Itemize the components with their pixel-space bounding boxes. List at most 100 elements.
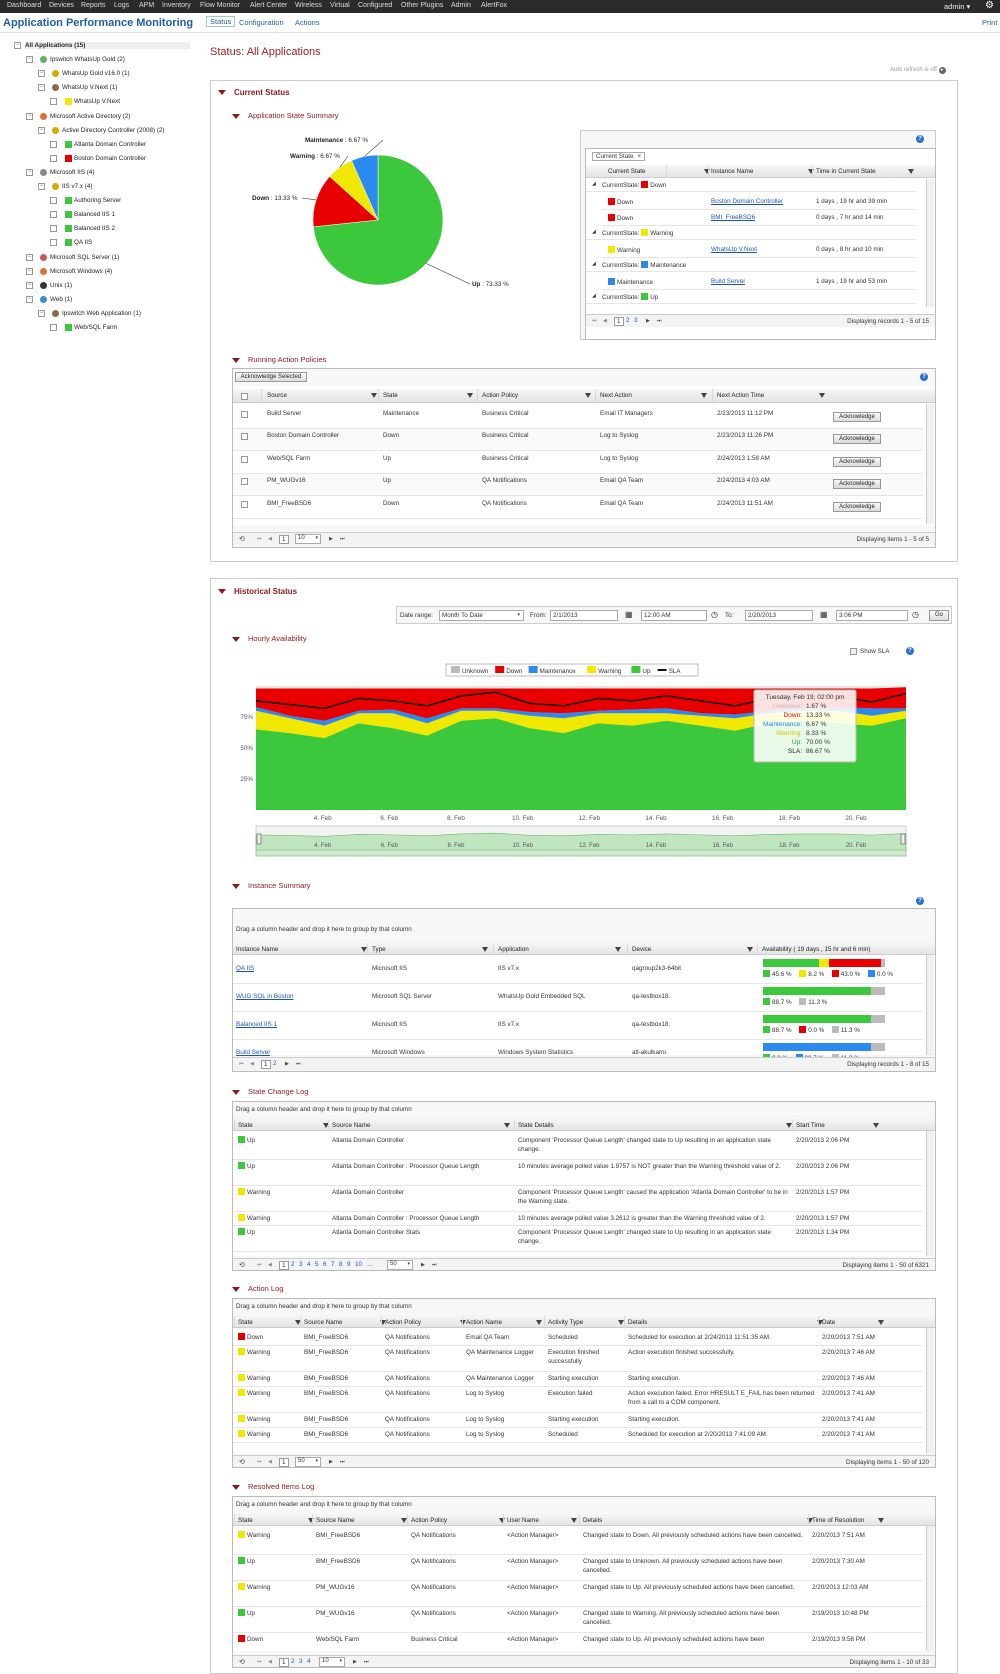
tab-actions[interactable]: Actions: [295, 18, 320, 27]
from-time-input[interactable]: 12:00 AM: [641, 610, 707, 621]
nav-virtual[interactable]: Virtual: [330, 2, 350, 9]
tree-expander[interactable]: −: [26, 56, 33, 64]
tree-expander[interactable]: −: [38, 126, 45, 134]
page-3[interactable]: 3: [299, 1261, 303, 1268]
print-link[interactable]: Print: [982, 18, 997, 27]
page-8[interactable]: 8: [339, 1261, 343, 1268]
filter-icon[interactable]: [536, 1320, 542, 1325]
tree-item[interactable]: QA IIS: [74, 239, 92, 246]
navigator-scrollbar[interactable]: [255, 849, 907, 857]
page-4[interactable]: 4: [307, 1261, 311, 1268]
column-header-current-state[interactable]: Current State: [608, 168, 645, 175]
collapse-icon[interactable]: [218, 589, 226, 595]
clock-icon[interactable]: ◷: [711, 610, 718, 619]
filter-icon[interactable]: [908, 169, 914, 174]
tree-item[interactable]: Atlanta Domain Controller: [74, 141, 146, 148]
clock-icon[interactable]: ◷: [912, 610, 919, 619]
navigator-handle-right[interactable]: [900, 833, 906, 845]
collapse-icon[interactable]: [232, 1484, 240, 1490]
vertical-scrollbar[interactable]: [926, 955, 934, 1055]
tree-expander[interactable]: −: [26, 281, 33, 289]
filter-icon[interactable]: [701, 393, 707, 398]
collapse-icon[interactable]: [232, 113, 240, 119]
prev-page-icon[interactable]: ◀: [268, 536, 272, 542]
tree-expander[interactable]: [50, 140, 57, 148]
tree-expander[interactable]: −: [26, 168, 33, 176]
calendar-icon[interactable]: ▦: [820, 610, 828, 619]
instance-name-link[interactable]: Boston Domain Controller: [711, 198, 783, 205]
tree-item[interactable]: Unix (1): [50, 282, 72, 289]
tree-item[interactable]: WhatsUp V.Next: [74, 98, 120, 105]
vertical-scrollbar[interactable]: [926, 1526, 934, 1651]
tree-item[interactable]: Web (1): [50, 296, 72, 303]
column-header-state[interactable]: State: [238, 1319, 253, 1326]
nav-apm[interactable]: APM: [139, 2, 154, 9]
help-icon[interactable]: ?: [906, 647, 914, 655]
tab-configuration[interactable]: Configuration: [239, 18, 284, 27]
next-page-icon[interactable]: ▶: [646, 318, 650, 324]
first-page-icon[interactable]: ⏮: [239, 1061, 244, 1067]
help-icon[interactable]: ?: [916, 897, 924, 905]
page-1[interactable]: 1: [261, 1060, 271, 1069]
last-page-icon[interactable]: ⏭: [657, 318, 662, 324]
refresh-icon[interactable]: ⟲: [239, 1658, 245, 1666]
last-page-icon[interactable]: ⏭: [432, 1262, 437, 1268]
nav-dashboard[interactable]: Dashboard: [7, 2, 41, 9]
tree-expander[interactable]: −: [38, 84, 45, 92]
column-header-source-name[interactable]: Source Name: [332, 1122, 371, 1129]
nav-alertfox[interactable]: AlertFox: [481, 2, 507, 9]
tree-expander[interactable]: [50, 239, 57, 247]
column-header-state[interactable]: State: [238, 1517, 253, 1524]
nav-admin[interactable]: Admin: [451, 2, 471, 9]
page-size-select[interactable]: 10 ▾: [295, 534, 321, 544]
page-size-select[interactable]: 50 ▾: [387, 1260, 413, 1270]
tab-status[interactable]: Status: [206, 16, 236, 27]
first-page-icon[interactable]: ⏮: [257, 1659, 262, 1665]
filter-icon[interactable]: [308, 1518, 314, 1523]
last-page-icon[interactable]: ⏭: [340, 536, 345, 542]
acknowledge-button[interactable]: Acknowledge: [833, 456, 881, 467]
page-5[interactable]: 5: [315, 1261, 319, 1268]
column-header-next-action[interactable]: Next Action: [600, 392, 632, 399]
tree-expander[interactable]: −: [26, 267, 33, 275]
date-range-select[interactable]: Month To Date ▾: [439, 610, 524, 621]
column-header-start-time[interactable]: Start Time: [796, 1122, 825, 1129]
page-size-select[interactable]: 10 ▾: [319, 1657, 345, 1667]
page-9[interactable]: 9: [347, 1261, 351, 1268]
page-1[interactable]: 1: [279, 535, 289, 544]
last-page-icon[interactable]: ⏭: [340, 1459, 345, 1465]
tree-item[interactable]: Microsoft Windows (4): [50, 268, 112, 275]
prev-page-icon[interactable]: ◀: [268, 1262, 272, 1268]
acknowledge-button[interactable]: Acknowledge: [833, 501, 881, 512]
prev-page-icon[interactable]: ◀: [250, 1061, 254, 1067]
column-header-activity-type[interactable]: Activity Type: [548, 1319, 583, 1326]
tree-item[interactable]: IIS v7.x (4): [62, 183, 92, 190]
tree-expander[interactable]: −: [38, 183, 45, 190]
next-page-icon[interactable]: ▶: [329, 1459, 333, 1465]
page-2[interactable]: 2: [291, 1261, 295, 1268]
tree-expander[interactable]: [50, 324, 57, 331]
hourly-availability-header[interactable]: Hourly Availability: [232, 634, 307, 643]
state-change-log-header[interactable]: State Change Log: [232, 1087, 308, 1096]
prev-page-icon[interactable]: ◀: [603, 318, 607, 324]
page-size-select[interactable]: 50 ▾: [295, 1457, 321, 1467]
row-checkbox[interactable]: [241, 411, 248, 418]
next-page-icon[interactable]: ▶: [421, 1262, 425, 1268]
page-10[interactable]: 10: [355, 1261, 362, 1268]
prev-page-icon[interactable]: ◀: [268, 1659, 272, 1665]
tree-item[interactable]: Active Directory Controller (2008) (2): [62, 127, 165, 134]
help-icon[interactable]: ?: [916, 135, 924, 143]
first-page-icon[interactable]: ⏮: [592, 318, 597, 324]
instance-summary-header[interactable]: Instance Summary: [232, 881, 311, 890]
group-chip[interactable]: Current State ×: [592, 152, 646, 161]
column-header-state-details[interactable]: State Details: [518, 1122, 554, 1129]
navigator-handle-left[interactable]: [256, 833, 262, 845]
tree-item[interactable]: Boston Domain Controller: [74, 155, 146, 162]
legend-label-warning[interactable]: Warning: [598, 668, 622, 675]
nav-logs[interactable]: Logs: [114, 2, 129, 9]
tree-item[interactable]: Ipswitch WhatsUp Gold (2): [50, 56, 125, 63]
instance-name-link[interactable]: WhatsUp V.Next: [711, 246, 757, 253]
help-icon[interactable]: ?: [920, 373, 928, 381]
column-header-details[interactable]: Details: [628, 1319, 647, 1326]
tree-expander[interactable]: [50, 154, 57, 162]
